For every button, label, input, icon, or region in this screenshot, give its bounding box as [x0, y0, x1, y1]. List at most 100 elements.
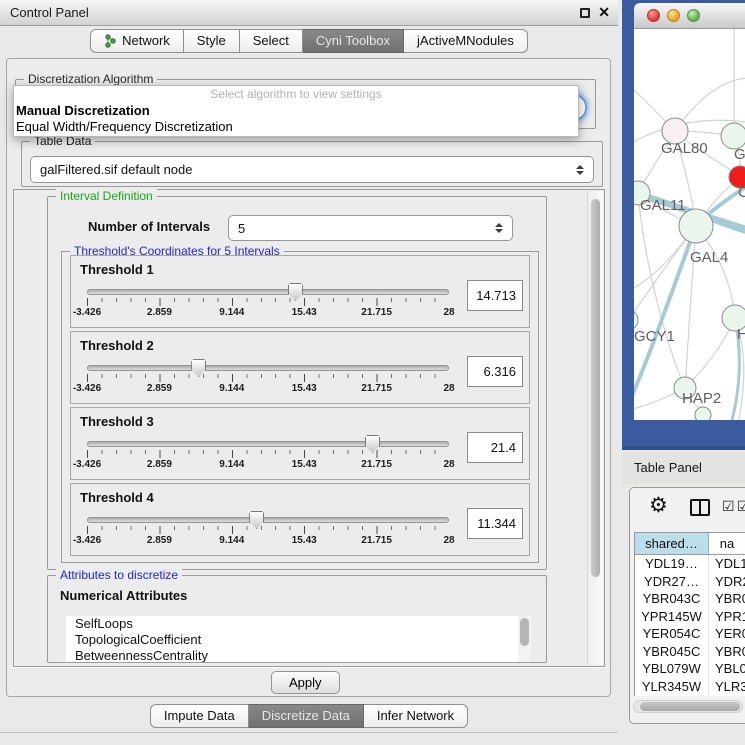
table-cell-name[interactable]: YDR2: [709, 573, 745, 591]
network-node[interactable]: [679, 209, 713, 243]
table-row[interactable]: YBL079WYBL0: [635, 660, 745, 678]
slider-track[interactable]: [87, 365, 449, 371]
network-node[interactable]: [634, 310, 638, 330]
split-view-icon[interactable]: [690, 499, 710, 516]
attribute-list-item[interactable]: BetweennessCentrality: [66, 648, 531, 662]
traffic-light-zoom-icon[interactable]: [687, 9, 700, 22]
table-row[interactable]: YBR043CYBR0: [635, 590, 745, 608]
slider-ticks: [87, 374, 449, 382]
tick-label: 28: [443, 383, 454, 394]
table-row[interactable]: YPR145WYPR1: [635, 608, 745, 626]
table-cell-name[interactable]: YER0: [709, 625, 745, 643]
tab-infer-network[interactable]: Infer Network: [364, 704, 468, 728]
slider-track[interactable]: [87, 441, 449, 447]
table-row[interactable]: YDL19…YDL1: [635, 555, 745, 573]
slider-ticks: [87, 450, 449, 458]
threshold-value-field[interactable]: 11.344: [467, 508, 523, 539]
tick-label: 15.43: [292, 535, 317, 546]
tick-label: 15.43: [292, 459, 317, 470]
threshold-value-field[interactable]: 14.713: [467, 280, 523, 311]
table-row[interactable]: YER054CYER0: [635, 625, 745, 643]
tab-network[interactable]: Network: [90, 29, 184, 53]
traffic-light-minimize-icon[interactable]: [667, 9, 680, 22]
attributes-group: Attributes to discretize Numerical Attri…: [47, 575, 547, 663]
table-panel-window: ⚙ ☑ ☑ shared… na YDL19…YDL1YDR27…YDR2YBR…: [629, 487, 745, 724]
apply-button[interactable]: Apply: [271, 671, 340, 694]
attributes-scrollbar[interactable]: [518, 616, 531, 662]
tab-discretize-data[interactable]: Discretize Data: [249, 704, 364, 728]
table-row[interactable]: YBR045CYBR0: [635, 643, 745, 661]
table-cell-name[interactable]: YDL1: [709, 555, 745, 573]
table-data-combobox[interactable]: galFiltered.sif default node: [30, 156, 594, 183]
table-cell-name[interactable]: YBR0: [709, 590, 745, 608]
threshold-value-field[interactable]: 6.316: [467, 356, 523, 387]
tick-label: 15.43: [292, 383, 317, 394]
table-cell-shared-name[interactable]: YPR145W: [635, 608, 709, 626]
threshold-label: Threshold 4: [80, 490, 154, 505]
close-icon[interactable]: ✕: [598, 4, 610, 21]
network-canvas[interactable]: GAL80GACGAL11GAL4GCY1HHAP2: [634, 29, 745, 420]
checkbox-icon[interactable]: ☑: [722, 498, 735, 515]
table-cell-shared-name[interactable]: YER054C: [635, 625, 709, 643]
float-window-icon[interactable]: [580, 8, 590, 18]
table-cell-name[interactable]: YBL0: [709, 660, 745, 678]
table-cell-name[interactable]: YPR1: [709, 608, 745, 626]
tab-jactivemnodules[interactable]: jActiveMNodules: [404, 29, 528, 53]
algorithm-popup-item[interactable]: Manual Discretization: [14, 103, 578, 119]
table-cell-shared-name[interactable]: YBR043C: [635, 590, 709, 608]
settings-scrollpane: Interval Definition Number of Intervals …: [13, 189, 605, 667]
node-table[interactable]: shared… na YDL19…YDL1YDR27…YDR2YBR043CYB…: [634, 532, 745, 696]
table-row[interactable]: YLR345WYLR3: [635, 678, 745, 696]
network-node-label: H: [737, 326, 745, 343]
table-horizontal-scrollbar[interactable]: [633, 700, 743, 713]
table-cell-name[interactable]: YBR0: [709, 643, 745, 661]
threshold-slider[interactable]: -3.4262.8599.14415.4321.71528: [87, 289, 449, 319]
slider-ticks: [87, 526, 449, 534]
checkbox-icon[interactable]: ☑: [737, 498, 745, 515]
traffic-light-close-icon[interactable]: [647, 9, 660, 22]
main-scrollbar[interactable]: [587, 191, 603, 665]
column-header-shared-name[interactable]: shared…: [635, 533, 709, 554]
slider-track[interactable]: [87, 517, 449, 523]
control-panel-body: Discretization Algorithm Select algorith…: [6, 58, 611, 697]
threshold-slider[interactable]: -3.4262.8599.14415.4321.71528: [87, 365, 449, 395]
table-rows: YDL19…YDL1YDR27…YDR2YBR043CYBR0YPR145WYP…: [635, 555, 745, 696]
combo-arrows-icon: [576, 165, 584, 175]
attribute-list-item[interactable]: TopologicalCoefficient: [66, 632, 531, 648]
network-node-label: GAL11: [640, 197, 686, 214]
number-of-intervals-combobox[interactable]: 5: [228, 215, 513, 241]
tab-style[interactable]: Style: [184, 29, 240, 53]
table-row[interactable]: YIL052CYIL0: [635, 695, 745, 696]
table-cell-shared-name[interactable]: YBR045C: [635, 643, 709, 661]
column-header-name[interactable]: na: [709, 533, 745, 554]
tick-label: 2.859: [147, 535, 172, 546]
table-cell-shared-name[interactable]: YBL079W: [635, 660, 709, 678]
numerical-attributes-list[interactable]: SelfLoopsTopologicalCoefficientBetweenne…: [66, 616, 531, 662]
threshold-slider[interactable]: -3.4262.8599.14415.4321.71528: [87, 517, 449, 547]
table-row[interactable]: YDR27…YDR2: [635, 573, 745, 591]
attribute-list-item[interactable]: SelfLoops: [66, 616, 531, 632]
tick-label: 21.715: [361, 307, 392, 318]
table-cell-shared-name[interactable]: YDL19…: [635, 555, 709, 573]
algorithm-popup-item[interactable]: Equal Width/Frequency Discretization: [14, 119, 578, 135]
tab-select[interactable]: Select: [240, 29, 303, 53]
gear-icon[interactable]: ⚙: [649, 493, 668, 518]
tab-impute-data[interactable]: Impute Data: [150, 704, 249, 728]
slider-track[interactable]: [87, 289, 449, 295]
table-cell-name[interactable]: YIL0: [709, 695, 745, 696]
network-node[interactable]: [695, 407, 711, 420]
main-scrollbar-thumb[interactable]: [591, 199, 600, 577]
tick-label: 2.859: [147, 459, 172, 470]
tab-label: Impute Data: [164, 705, 235, 727]
tab-cyni-toolbox[interactable]: Cyni Toolbox: [303, 29, 404, 53]
tick-label: 28: [443, 535, 454, 546]
table-cell-shared-name[interactable]: YLR345W: [635, 678, 709, 696]
table-cell-shared-name[interactable]: YIL052C: [635, 695, 709, 696]
table-cell-shared-name[interactable]: YDR27…: [635, 573, 709, 591]
threshold-value-field[interactable]: 21.4: [467, 432, 523, 463]
tick-label: -3.426: [73, 307, 101, 318]
table-cell-name[interactable]: YLR3: [709, 678, 745, 696]
threshold-panel: Threshold 3 -3.4262.8599.14415.4321.7152…: [70, 407, 530, 480]
threshold-slider[interactable]: -3.4262.8599.14415.4321.71528: [87, 441, 449, 471]
tick-label: 28: [443, 459, 454, 470]
